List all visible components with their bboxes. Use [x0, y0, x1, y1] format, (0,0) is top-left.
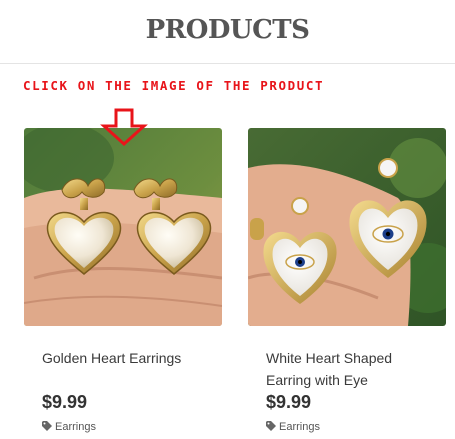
category-label[interactable]: Earrings — [279, 421, 320, 433]
product-name[interactable]: White Heart Shaped Earring with Eye — [266, 347, 441, 391]
product-category[interactable]: Earrings — [266, 421, 320, 433]
products-page: PRODUCTS CLICK ON THE IMAGE OF THE PRODU… — [0, 0, 455, 439]
product-image-white-heart-earring[interactable] — [248, 128, 446, 326]
pearl-heart-earrings-photo — [24, 128, 222, 326]
product-name[interactable]: Golden Heart Earrings — [42, 347, 217, 369]
tag-icon — [42, 421, 52, 431]
product-price: $9.99 — [266, 392, 312, 412]
evil-eye-heart-earrings-photo — [248, 128, 446, 326]
page-title: PRODUCTS — [145, 15, 310, 45]
product-card: White Heart Shaped Earring with Eye $9.9… — [248, 128, 446, 433]
page-header: PRODUCTS — [0, 0, 455, 64]
arrow-down-icon — [100, 108, 148, 147]
product-price: $9.99 — [42, 392, 88, 412]
product-image-golden-heart-earrings[interactable] — [24, 128, 222, 326]
product-category[interactable]: Earrings — [42, 421, 96, 433]
product-card: Golden Heart Earrings $9.99 Earrings — [24, 128, 222, 433]
instruction-text: CLICK ON THE IMAGE OF THE PRODUCT — [23, 78, 325, 93]
category-label[interactable]: Earrings — [55, 421, 96, 433]
tag-icon — [266, 421, 276, 431]
